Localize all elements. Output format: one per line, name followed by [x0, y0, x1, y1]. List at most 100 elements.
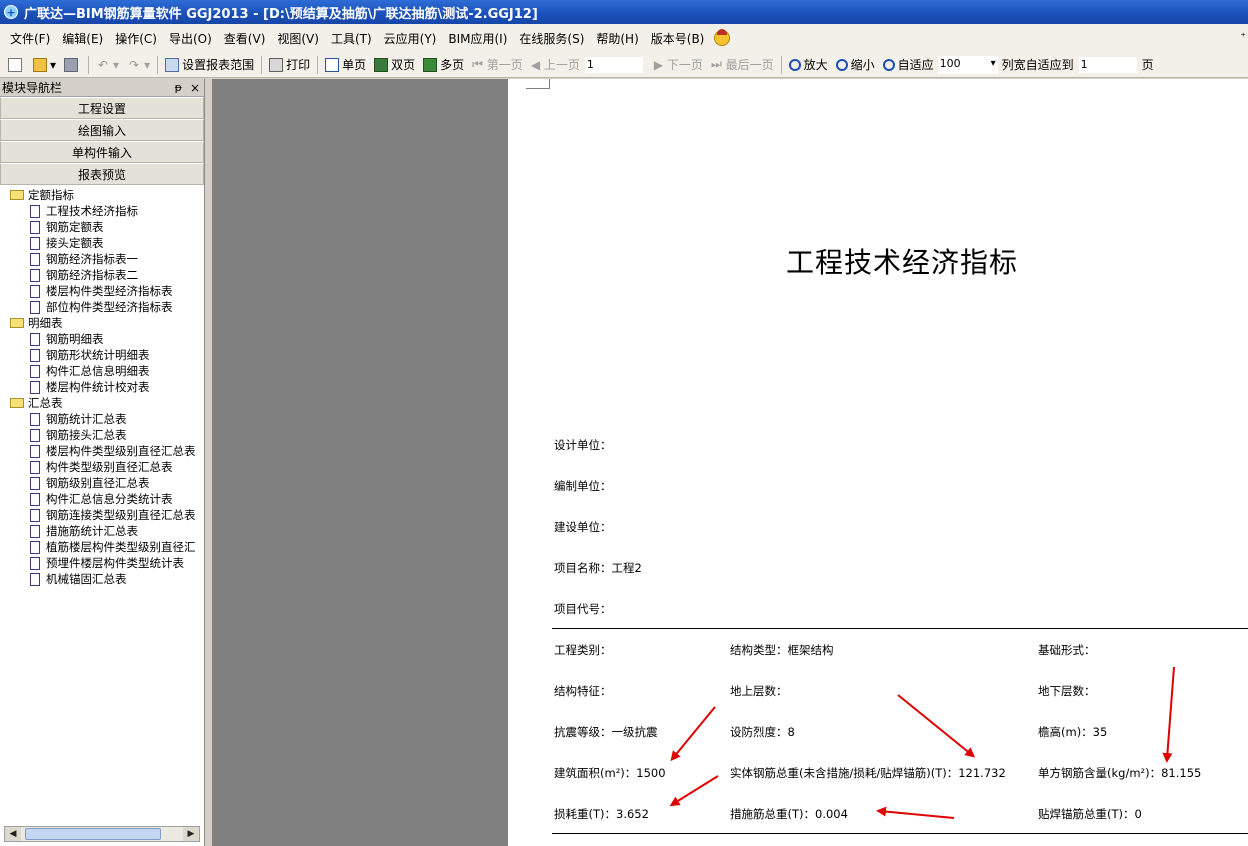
weld-anchor-weight: 贴焊锚筋总重(T)：0	[1038, 807, 1142, 821]
tree-item[interactable]: 钢筋统计汇总表	[0, 411, 204, 427]
tree-item[interactable]: 楼层构件类型级别直径汇总表	[0, 443, 204, 459]
nav-section-drawing-input[interactable]: 绘图输入	[0, 119, 204, 141]
new-button[interactable]	[4, 54, 29, 76]
tree-item-label: 钢筋统计汇总表	[46, 412, 127, 426]
nav-section-single-component[interactable]: 单构件输入	[0, 141, 204, 163]
zoom-select[interactable]: 100	[937, 55, 998, 74]
nav-section-project-settings[interactable]: 工程设置	[0, 97, 204, 119]
tree-folder[interactable]: 汇总表	[0, 395, 204, 411]
tree-item[interactable]: 钢筋经济指标表一	[0, 251, 204, 267]
below-ground-floors: 地下层数：	[1038, 684, 1096, 698]
divider-line	[552, 628, 1248, 629]
close-icon[interactable]: ×	[190, 81, 200, 95]
redo-button[interactable]: ↷ ▾	[123, 54, 154, 76]
col-fit-input[interactable]: 1	[1077, 55, 1138, 74]
tree-item[interactable]: 钢筋经济指标表二	[0, 267, 204, 283]
next-page-button[interactable]: ▶ 下一页	[650, 54, 707, 76]
tree-item-label: 机械锚固汇总表	[46, 572, 127, 586]
design-unit: 设计单位：	[554, 438, 612, 452]
building-area: 建筑面积(m²)：1500	[554, 766, 666, 780]
fit-button[interactable]: 自适应	[879, 54, 938, 76]
menu-cloud[interactable]: 云应用(Y)	[378, 30, 443, 47]
multi-page-button[interactable]: 多页	[419, 54, 468, 76]
menu-view[interactable]: 视图(V)	[271, 30, 325, 47]
document-icon	[30, 508, 40, 522]
menu-online[interactable]: 在线服务(S)	[513, 30, 590, 47]
tree-item[interactable]: 楼层构件统计校对表	[0, 379, 204, 395]
undo-icon: ↶	[98, 57, 109, 72]
annotation-arrow	[669, 775, 719, 807]
document-icon	[30, 460, 40, 474]
last-page-icon: ⏭	[710, 57, 726, 71]
tree-item[interactable]: 工程技术经济指标	[0, 203, 204, 219]
tree-item[interactable]: 机械锚固汇总表	[0, 571, 204, 587]
tree-item[interactable]: 钢筋明细表	[0, 331, 204, 347]
menu-help[interactable]: 帮助(H)	[590, 30, 644, 47]
document-icon	[30, 476, 40, 490]
open-button[interactable]: ▾	[29, 54, 60, 76]
project-name: 项目名称：工程2	[554, 561, 642, 575]
tree-item[interactable]: 构件汇总信息分类统计表	[0, 491, 204, 507]
tree-item[interactable]: 钢筋连接类型级别直径汇总表	[0, 507, 204, 523]
prev-page-button[interactable]: ◀ 上一页	[527, 54, 584, 76]
tree-item[interactable]: 接头定额表	[0, 235, 204, 251]
zoom-in-button[interactable]: 放大	[785, 54, 832, 76]
print-button[interactable]: 打印	[265, 54, 314, 76]
tree-folder[interactable]: 定额指标	[0, 187, 204, 203]
menu-query[interactable]: 查看(V)	[218, 30, 272, 47]
user-avatar-icon[interactable]	[714, 29, 731, 46]
double-page-button[interactable]: 双页	[370, 54, 419, 76]
scroll-right-icon[interactable]: ▶	[183, 827, 199, 841]
menu-version[interactable]: 版本号(B)	[645, 30, 711, 47]
menu-edit[interactable]: 编辑(E)	[56, 30, 109, 47]
menu-export[interactable]: 导出(O)	[163, 30, 218, 47]
menu-tools[interactable]: 工具(T)	[325, 30, 378, 47]
structure-feature: 结构特征：	[554, 684, 612, 698]
tree-folder[interactable]: 明细表	[0, 315, 204, 331]
tree-item[interactable]: 部位构件类型经济指标表	[0, 299, 204, 315]
scroll-thumb[interactable]	[25, 828, 161, 840]
tree-item[interactable]: 钢筋接头汇总表	[0, 427, 204, 443]
nav-section-report-preview[interactable]: 报表预览	[0, 163, 204, 185]
document-icon	[30, 220, 40, 234]
zoom-out-button[interactable]: 缩小	[832, 54, 879, 76]
report-range-button[interactable]: 设置报表范围	[161, 54, 258, 76]
scroll-left-icon[interactable]: ◀	[5, 827, 21, 841]
next-page-icon: ▶	[653, 57, 667, 72]
first-page-button[interactable]: ⏮ 第一页	[468, 54, 527, 76]
undo-button[interactable]: ↶ ▾	[92, 54, 123, 76]
menu-file[interactable]: 文件(F)	[4, 30, 56, 47]
menu-bim[interactable]: BIM应用(I)	[442, 30, 513, 47]
tree-item[interactable]: 楼层构件类型经济指标表	[0, 283, 204, 299]
document-icon	[30, 524, 40, 538]
document-icon	[30, 428, 40, 442]
last-page-button[interactable]: ⏭ 最后一页	[707, 54, 778, 76]
single-page-button[interactable]: 单页	[321, 54, 370, 76]
multi-page-label: 多页	[440, 58, 465, 72]
panel-splitter[interactable]	[205, 79, 212, 846]
tree-item[interactable]: 构件汇总信息明细表	[0, 363, 204, 379]
tree-item[interactable]: 植筋楼层构件类型级别直径汇	[0, 539, 204, 555]
page-number-input[interactable]: 1	[583, 55, 644, 74]
toolbar-divider	[317, 55, 319, 74]
pin-icon[interactable]: ᵽ	[175, 81, 182, 94]
tree-item-label: 部位构件类型经济指标表	[46, 300, 173, 314]
tree-item[interactable]: 预埋件楼层构件类型统计表	[0, 555, 204, 571]
save-button[interactable]	[60, 54, 85, 76]
col-fit-button[interactable]: 列宽自适应到	[998, 54, 1078, 76]
tree-item[interactable]: 钢筋形状统计明细表	[0, 347, 204, 363]
double-page-label: 双页	[391, 58, 416, 72]
foundation-type: 基础形式：	[1038, 643, 1096, 657]
tree-item-label: 接头定额表	[46, 236, 104, 250]
document-icon	[30, 540, 40, 554]
menu-operate[interactable]: 操作(C)	[109, 30, 163, 47]
overflow-icon: ⁺	[1240, 30, 1246, 43]
save-icon	[64, 57, 79, 72]
tree-item[interactable]: 钢筋定额表	[0, 219, 204, 235]
horizontal-scrollbar[interactable]: ◀ ▶	[4, 826, 200, 842]
tree-item[interactable]: 措施筋统计汇总表	[0, 523, 204, 539]
nav-header: 模块导航栏 ᵽ ×	[0, 79, 204, 97]
tree-item[interactable]: 构件类型级别直径汇总表	[0, 459, 204, 475]
tree-item[interactable]: 钢筋级别直径汇总表	[0, 475, 204, 491]
tree-item-label: 构件汇总信息明细表	[46, 364, 150, 378]
